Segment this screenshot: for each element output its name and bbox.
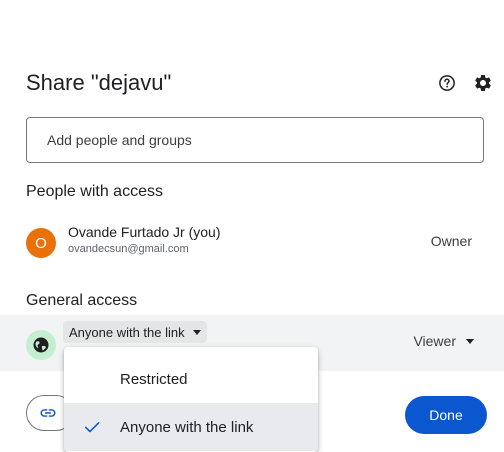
gear-icon [475,75,491,91]
role-select-label: Viewer [413,333,456,349]
general-access-select[interactable]: Anyone with the link [63,321,207,343]
person-role: Owner [430,233,472,249]
general-access-selected-label: Anyone with the link [69,324,185,340]
menu-item-anyone-with-link[interactable]: Anyone with the link [64,403,318,451]
link-icon [40,409,56,417]
checkmark-icon [85,422,100,433]
avatar: O [26,228,56,258]
chevron-down-icon [192,329,201,335]
globe-icon [33,337,49,353]
add-people-input[interactable] [26,117,484,163]
done-button[interactable]: Done [405,396,487,434]
general-access-dropdown-menu: Restricted Anyone with the link [64,347,318,452]
person-email: ovandecsun@gmail.com [68,243,189,255]
help-button[interactable] [434,70,460,96]
globe-badge [26,330,56,360]
settings-button[interactable] [470,70,496,96]
menu-item-label: Anyone with the link [120,418,254,436]
person-row: O Ovande Furtado Jr (you) ovandecsun@gma… [0,222,504,262]
dialog-title: Share "dejavu" [26,70,172,95]
role-select[interactable]: Viewer [413,333,474,349]
people-with-access-heading: People with access [26,183,163,200]
menu-item-label: Restricted [120,370,188,388]
person-name: Ovande Furtado Jr (you) [68,224,221,240]
general-access-heading: General access [26,292,138,309]
chevron-down-icon [466,338,474,344]
menu-item-restricted[interactable]: Restricted [64,355,318,403]
help-circle-icon [439,75,455,91]
share-dialog: Share "dejavu" People with access O Ovan… [0,0,504,452]
